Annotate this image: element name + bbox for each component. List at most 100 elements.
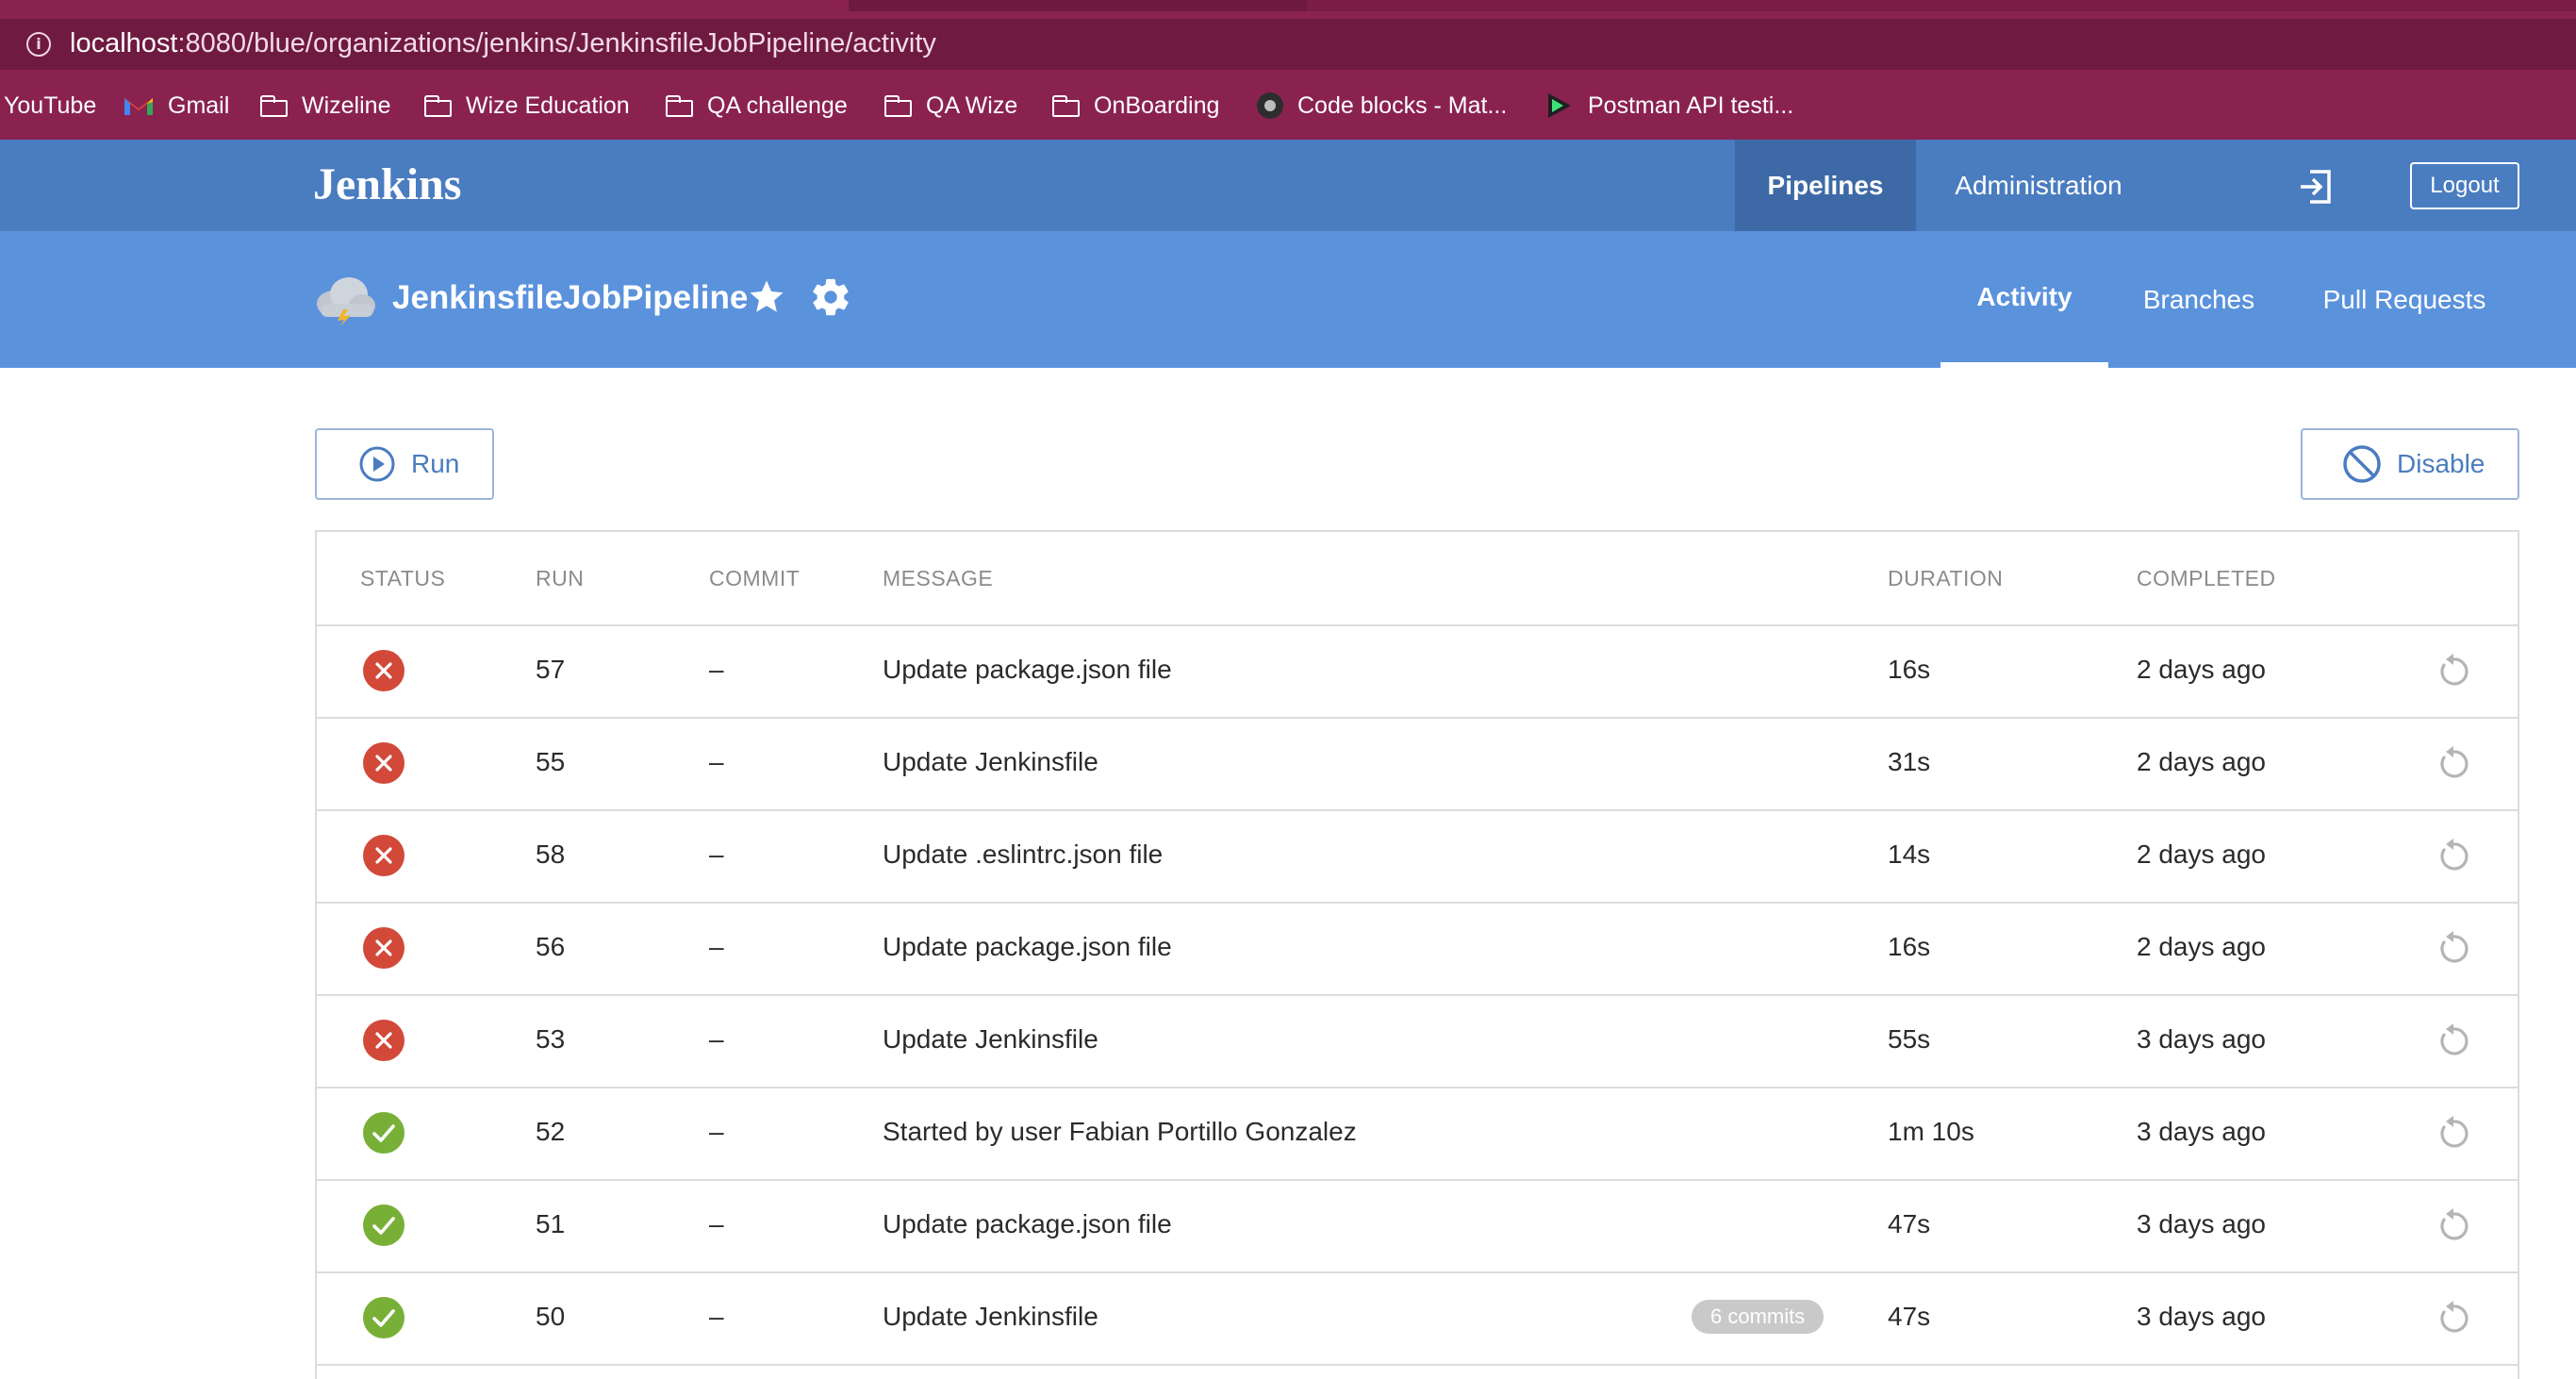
disable-button[interactable]: Disable xyxy=(2301,428,2519,500)
browser-tab[interactable] xyxy=(0,0,849,11)
run-message: Started by user Fabian Portillo Gonzalez xyxy=(883,1117,1357,1146)
table-row[interactable]: 58 – Update .eslintrc.json file 14s 2 days a… xyxy=(317,809,2518,904)
run-number: 55 xyxy=(536,747,566,776)
bookmark-wizeline[interactable]: Wizeline xyxy=(260,87,390,125)
replay-icon[interactable] xyxy=(2435,1300,2472,1337)
folder-icon xyxy=(424,95,453,117)
bookmark-label: QA challenge xyxy=(707,91,848,119)
bookmark-youtube[interactable]: YouTube xyxy=(4,87,96,125)
success-status-icon xyxy=(362,1296,405,1339)
replay-icon[interactable] xyxy=(2435,1022,2472,1060)
bookmark-onboarding[interactable]: OnBoarding xyxy=(1052,87,1219,125)
postman-icon xyxy=(1544,91,1575,120)
run-duration: 14s xyxy=(1888,839,1931,869)
col-completed: COMPLETED xyxy=(2137,566,2276,590)
table-row[interactable]: 51 – Update package.json file 47s 3 days ago xyxy=(317,1179,2518,1273)
success-status-icon xyxy=(362,1204,405,1247)
tab-branches[interactable]: Branches xyxy=(2108,231,2289,368)
disable-icon xyxy=(2343,445,2381,483)
run-completed: 2 days ago xyxy=(2137,932,2266,961)
info-icon[interactable]: i xyxy=(26,32,51,57)
pipeline-name[interactable]: JenkinsfileJobPipeline xyxy=(392,279,748,317)
replay-icon[interactable] xyxy=(2435,930,2472,968)
bookmark-label: Wizeline xyxy=(302,91,391,119)
run-completed: 2 days ago xyxy=(2137,747,2266,776)
bookmark-label: Postman API testi... xyxy=(1588,91,1794,119)
browser-tab[interactable] xyxy=(1307,0,2576,11)
tab-activity[interactable]: Activity xyxy=(1940,231,2108,368)
commit-id: – xyxy=(709,1302,724,1331)
run-button-label: Run xyxy=(411,449,460,478)
run-message: Update .eslintrc.json file xyxy=(883,839,1164,869)
commit-id: – xyxy=(709,747,724,776)
run-number: 58 xyxy=(536,839,566,869)
gear-icon[interactable] xyxy=(809,275,852,319)
commits-badge: 6 commits xyxy=(1692,1300,1825,1334)
code-blocks-icon xyxy=(1256,91,1284,120)
jenkins-logo[interactable]: Jenkins xyxy=(313,158,461,210)
run-completed: 3 days ago xyxy=(2137,1117,2266,1146)
table-row[interactable]: 53 – Update Jenkinsfile 55s 3 days ago xyxy=(317,994,2518,1088)
run-message: Update Jenkinsfile xyxy=(883,747,1098,776)
run-duration: 16s xyxy=(1888,932,1931,961)
commit-id: – xyxy=(709,1209,724,1238)
go-to-classic-icon[interactable] xyxy=(2297,168,2335,206)
folder-icon xyxy=(666,95,694,117)
run-completed: 3 days ago xyxy=(2137,1302,2266,1331)
folder-icon xyxy=(1052,95,1081,117)
run-message: Update package.json file xyxy=(883,932,1172,961)
run-message: Update Jenkinsfile xyxy=(883,1024,1098,1054)
replay-icon[interactable] xyxy=(2435,653,2472,690)
nav-pipelines[interactable]: Pipelines xyxy=(1735,140,1916,231)
run-completed: 3 days ago xyxy=(2137,1209,2266,1238)
commit-id: – xyxy=(709,655,724,684)
run-duration: 47s xyxy=(1888,1209,1931,1238)
bookmark-qa-wize[interactable]: QA Wize xyxy=(884,87,1017,125)
url-text[interactable]: localhost:8080/blue/organizations/jenkin… xyxy=(70,28,936,59)
bookmark-label: QA Wize xyxy=(926,91,1018,119)
table-row[interactable]: 56 – Update package.json file 16s 2 days ago xyxy=(317,902,2518,996)
tab-strip xyxy=(0,0,2576,11)
bookmark-label: Wize Education xyxy=(466,91,630,119)
failed-status-icon xyxy=(362,649,405,692)
bookmark-label: Gmail xyxy=(168,91,230,119)
replay-icon[interactable] xyxy=(2435,1207,2472,1245)
table-row[interactable]: 55 – Update Jenkinsfile 31s 2 days ago xyxy=(317,717,2518,811)
replay-icon[interactable] xyxy=(2435,745,2472,783)
run-button[interactable]: Run xyxy=(315,428,494,500)
run-message: Update package.json file xyxy=(883,655,1172,684)
commit-id: – xyxy=(709,839,724,869)
run-message: Update package.json file xyxy=(883,1209,1172,1238)
run-message: Update Jenkinsfile xyxy=(883,1302,1098,1331)
bookmark-postman[interactable]: Postman API testi... xyxy=(1544,87,1793,125)
bookmarks-bar: YouTube Gmail Wizeline Wize Education QA… xyxy=(0,87,2576,125)
gmail-icon xyxy=(123,94,155,117)
nav-administration[interactable]: Administration xyxy=(1916,140,2161,231)
table-row[interactable]: 52 – Started by user Fabian Portillo Gonza… xyxy=(317,1087,2518,1181)
tab-pull-requests[interactable]: Pull Requests xyxy=(2289,231,2519,368)
run-number: 56 xyxy=(536,932,566,961)
weather-cloud-icon xyxy=(311,274,379,326)
table-row[interactable]: 57 – Update package.json file 16s 2 days ago xyxy=(317,624,2518,719)
col-run: RUN xyxy=(536,566,585,590)
bookmark-gmail[interactable]: Gmail xyxy=(123,87,229,125)
run-number: 57 xyxy=(536,655,566,684)
bookmark-wize-education[interactable]: Wize Education xyxy=(424,87,630,125)
activity-table: STATUS RUN COMMIT MESSAGE DURATION COMPL… xyxy=(315,530,2519,1379)
bookmark-qa-challenge[interactable]: QA challenge xyxy=(666,87,848,125)
commit-id: – xyxy=(709,932,724,961)
run-duration: 55s xyxy=(1888,1024,1931,1054)
replay-icon[interactable] xyxy=(2435,838,2472,875)
run-number: 53 xyxy=(536,1024,566,1054)
folder-icon xyxy=(260,95,289,117)
table-row[interactable]: 50 – Update Jenkinsfile 6 commits 47s 3 days … xyxy=(317,1271,2518,1366)
commit-id: – xyxy=(709,1024,724,1054)
run-duration: 31s xyxy=(1888,747,1931,776)
bookmark-label: YouTube xyxy=(4,91,97,119)
logout-button[interactable]: Logout xyxy=(2410,162,2519,209)
replay-icon[interactable] xyxy=(2435,1115,2472,1153)
col-message: MESSAGE xyxy=(883,566,994,590)
run-duration: 16s xyxy=(1888,655,1931,684)
favorite-star-icon[interactable] xyxy=(747,277,786,317)
bookmark-code-blocks[interactable]: Code blocks - Mat... xyxy=(1256,87,1507,125)
